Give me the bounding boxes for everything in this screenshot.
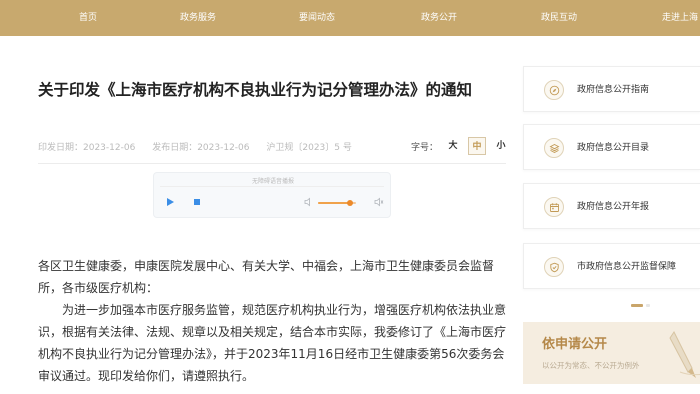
volume-slider-fill — [318, 202, 351, 204]
font-size-label: 字号： — [411, 142, 439, 153]
volume-slider[interactable] — [318, 200, 356, 206]
carousel-dot[interactable] — [646, 304, 650, 307]
play-icon[interactable] — [167, 198, 174, 206]
apply-for-disclosure-banner[interactable]: 依申请公开 以公开为常态、不公开为例外 — [523, 322, 700, 384]
sidebar-item-disclosure-catalog[interactable]: 政府信息公开目录 — [523, 124, 700, 170]
main-paragraph: 为进一步加强本市医疗服务监管，规范医疗机构执业行为，增强医疗机构依法执业意识，根… — [38, 303, 507, 383]
font-size-medium-button[interactable]: 中 — [468, 137, 487, 155]
top-navigation: 首页 政务服务 要闻动态 政务公开 政民互动 走进上海 — [0, 0, 700, 36]
sidebar-item-label: 政府信息公开年报 — [577, 202, 650, 212]
sidebar-item-label: 政府信息公开指南 — [577, 85, 650, 95]
article-body: 各区卫生健康委，申康医院发展中心、有关大学、中福会，上海市卫生健康委员会监督所，… — [38, 255, 510, 387]
title-divider — [38, 163, 506, 164]
layers-icon — [544, 138, 564, 158]
volume-up-icon[interactable] — [374, 197, 384, 207]
volume-down-icon[interactable] — [304, 197, 314, 207]
audio-player: 无障碍语音播报 — [153, 172, 391, 218]
sidebar-item-annual-report[interactable]: 政府信息公开年报 — [523, 183, 700, 229]
shield-icon — [544, 257, 564, 277]
carousel-dot-active[interactable] — [631, 304, 643, 307]
apply-title: 依申请公开 — [542, 337, 608, 352]
nav-item-services[interactable]: 政务服务 — [180, 0, 216, 36]
recipients-paragraph: 各区卫生健康委，申康医院发展中心、有关大学、中福会，上海市卫生健康委员会监督所，… — [38, 259, 495, 295]
sidebar-item-label: 市政府信息公开监督保障 — [577, 262, 677, 272]
article-title: 关于印发《上海市医疗机构不良执业行为记分管理办法》的通知 — [38, 81, 473, 99]
article-meta: 印发日期：2023-12-06 发布日期：2023-12-06 沪卫规〔2023… — [38, 140, 366, 153]
font-size-switcher: 字号： 大 中 小 — [411, 136, 510, 156]
audio-player-title: 无障碍语音播报 — [251, 178, 294, 185]
font-size-small-button[interactable]: 小 — [492, 137, 510, 155]
stop-icon[interactable] — [194, 199, 200, 205]
apply-subtitle: 以公开为常态、不公开为例外 — [542, 361, 640, 370]
font-size-large-button[interactable]: 大 — [444, 137, 462, 155]
nav-item-about-shanghai[interactable]: 走进上海 — [662, 0, 698, 36]
sidebar-item-label: 政府信息公开目录 — [577, 143, 650, 153]
sidebar-item-supervision[interactable]: 市政府信息公开监督保障 — [523, 243, 700, 289]
print-date: 印发日期：2023-12-06 — [38, 143, 136, 153]
nav-item-interaction[interactable]: 政民互动 — [541, 0, 577, 36]
sidebar-item-disclosure-guide[interactable]: 政府信息公开指南 — [523, 66, 700, 112]
fountain-pen-icon — [669, 331, 700, 378]
document-number: 沪卫规〔2023〕5 号 — [266, 143, 352, 153]
volume-slider-knob[interactable] — [347, 200, 354, 206]
compass-icon — [544, 80, 564, 100]
nav-item-news[interactable]: 要闻动态 — [299, 0, 335, 36]
nav-item-open-government[interactable]: 政务公开 — [421, 0, 457, 36]
player-divider — [160, 186, 384, 187]
calendar-icon — [544, 197, 564, 217]
carousel-indicator — [631, 304, 651, 307]
publish-date: 发布日期：2023-12-06 — [152, 143, 250, 153]
nav-item-home[interactable]: 首页 — [79, 0, 97, 36]
